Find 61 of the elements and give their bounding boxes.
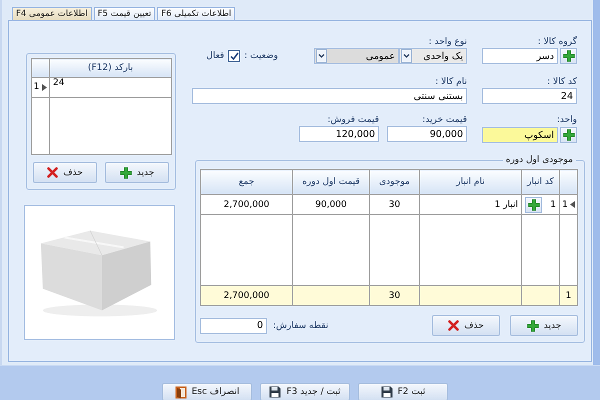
input-field[interactable]: 24: [482, 88, 577, 104]
tab[interactable]: اطلاعات تکمیلی F6: [157, 7, 236, 20]
plus-icon: [562, 50, 574, 62]
checkbox-label: فعال: [206, 50, 224, 62]
cancel-button[interactable]: انصراف Esc: [162, 383, 252, 400]
input-field[interactable]: اسکوپ: [482, 127, 558, 143]
input-field[interactable]: 90,000: [387, 126, 467, 142]
field-label: کد کالا :: [546, 76, 577, 88]
table-cell: 2,700,000: [200, 286, 292, 306]
save-button[interactable]: ثبت F2: [358, 383, 448, 400]
column-header[interactable]: کد انبار: [522, 170, 560, 194]
table-cell: 1: [560, 286, 578, 306]
exit-door-icon: [174, 386, 187, 398]
field-label: قیمت فروش:: [326, 114, 379, 126]
field-label: نام کالا :: [434, 76, 467, 88]
add-button[interactable]: [560, 127, 577, 143]
field-label: قیمت خرید:: [421, 114, 467, 126]
add-button[interactable]: [525, 196, 542, 212]
delete-button[interactable]: حذف: [432, 315, 500, 336]
plus-icon: [562, 129, 574, 141]
dropdown[interactable]: عمومی: [314, 48, 399, 64]
input-field[interactable]: 120,000: [299, 126, 379, 142]
new-button[interactable]: جدید: [510, 315, 578, 336]
column-header[interactable]: موجودی: [370, 170, 420, 194]
column-header[interactable]: نام انبار: [420, 170, 522, 194]
table-cell: 90,000: [292, 194, 370, 214]
column-header[interactable]: جمع: [200, 170, 292, 194]
row-number: 1: [562, 198, 568, 210]
tab[interactable]: تعیین قیمت F5: [94, 7, 156, 20]
table-cell: 24: [50, 78, 172, 98]
field-label: واحد:: [556, 114, 577, 126]
field-label: گروه کالا :: [536, 36, 577, 48]
table-cell: 1: [550, 200, 556, 210]
tab[interactable]: اطلاعات عمومی F4: [12, 7, 92, 20]
column-header[interactable]: قیمت اول دوره: [292, 170, 370, 194]
plus-icon: [528, 198, 540, 210]
plus-icon: [120, 166, 132, 178]
column-header[interactable]: بارکد (F12): [50, 58, 172, 78]
save-new-button[interactable]: ثبت / جدید F3: [260, 383, 350, 400]
new-button[interactable]: جدید: [105, 162, 169, 183]
checkbox[interactable]: [228, 50, 240, 62]
cross-icon: [47, 167, 58, 178]
table-cell: 30: [370, 286, 420, 306]
field-label: وضعیت :: [244, 50, 278, 62]
plus-icon: [526, 320, 539, 332]
input-field[interactable]: 0: [200, 318, 267, 334]
field-label: نوع واحد :: [428, 36, 467, 48]
field-label: نقطه سفارش:: [273, 320, 328, 332]
table-cell: انبار 1: [420, 194, 522, 214]
row-number: 1: [34, 81, 40, 93]
delete-button[interactable]: حذف: [33, 162, 97, 183]
group-title: موجودی اول دوره: [504, 154, 574, 166]
add-button[interactable]: [560, 48, 577, 64]
cross-icon: [448, 320, 460, 331]
dropdown[interactable]: یک واحدی: [399, 48, 467, 64]
table-cell: 30: [370, 194, 420, 214]
row-pointer-icon: [42, 84, 48, 90]
row-pointer-icon: [570, 201, 575, 208]
input-field[interactable]: دسر: [482, 48, 558, 64]
input-field[interactable]: بستنی سنتی: [192, 88, 467, 104]
table-cell: 2,700,000: [200, 194, 292, 214]
